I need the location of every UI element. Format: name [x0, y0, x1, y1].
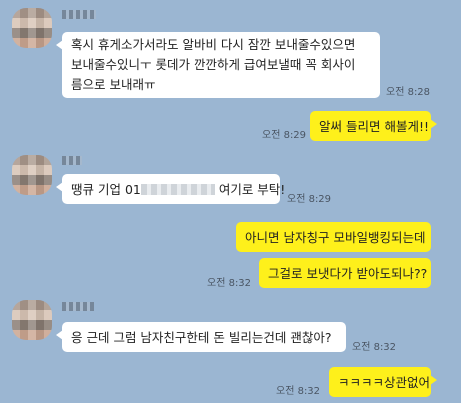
message-text: 름으로 보내래ㅠ — [71, 77, 156, 92]
message-text: 혹시 휴게소가서라도 알바비 다시 잠깐 보내줄수있으면 — [71, 37, 356, 52]
message-bubble-sent[interactable]: 그걸로 보냇다가 받아도되나?? — [259, 258, 431, 288]
message-text: 응 근데 그럼 남자친구한테 돈 빌리는건데 괜찮아? — [71, 330, 332, 345]
message-text: 아니면 남자칭구 모바일뱅킹되는데 — [245, 230, 426, 245]
message-text: 보내줄수있니ㅜ 롯데가 깐깐하게 급여보낼때 꼭 회사이 — [71, 57, 356, 72]
message-text: 그걸로 보냇다가 받아도되나?? — [268, 266, 428, 281]
message-text: 땡큐 기업 01 — [71, 182, 141, 197]
message-bubble-sent[interactable]: 아니면 남자칭구 모바일뱅킹되는데 — [236, 222, 431, 252]
avatar[interactable] — [12, 8, 52, 48]
redacted-account-number — [140, 184, 215, 195]
sender-name — [62, 10, 96, 19]
message-bubble-received[interactable]: 응 근데 그럼 남자친구한테 돈 빌리는건데 괜찮아? — [56, 322, 346, 352]
avatar[interactable] — [12, 300, 52, 340]
message-time: 오전 8:32 — [276, 386, 321, 397]
message-time: 오전 8:28 — [386, 87, 431, 98]
message-bubble-sent[interactable]: 알써 들리면 해볼게!! — [310, 111, 437, 141]
message-bubble-received[interactable]: 혹시 휴게소가서라도 알바비 다시 잠깐 보내줄수있으면 보내줄수있니ㅜ 롯데가… — [56, 32, 380, 98]
avatar[interactable] — [12, 155, 52, 195]
sender-name — [62, 156, 82, 165]
message-time: 오전 8:32 — [352, 342, 397, 353]
message-time: 오전 8:29 — [287, 194, 332, 205]
sender-name — [62, 302, 94, 311]
message-bubble-received[interactable]: 땡큐 기업 01 여기로 부탁! — [56, 174, 285, 204]
message-time: 오전 8:32 — [207, 278, 252, 289]
message-time: 오전 8:29 — [262, 130, 307, 141]
message-text: 여기로 부탁! — [214, 182, 286, 197]
message-text: 알써 들리면 해볼게!! — [319, 119, 429, 134]
message-bubble-sent[interactable]: ㅋㅋㅋㅋ상관없어 — [329, 367, 437, 397]
message-text: ㅋㅋㅋㅋ상관없어 — [338, 375, 431, 390]
